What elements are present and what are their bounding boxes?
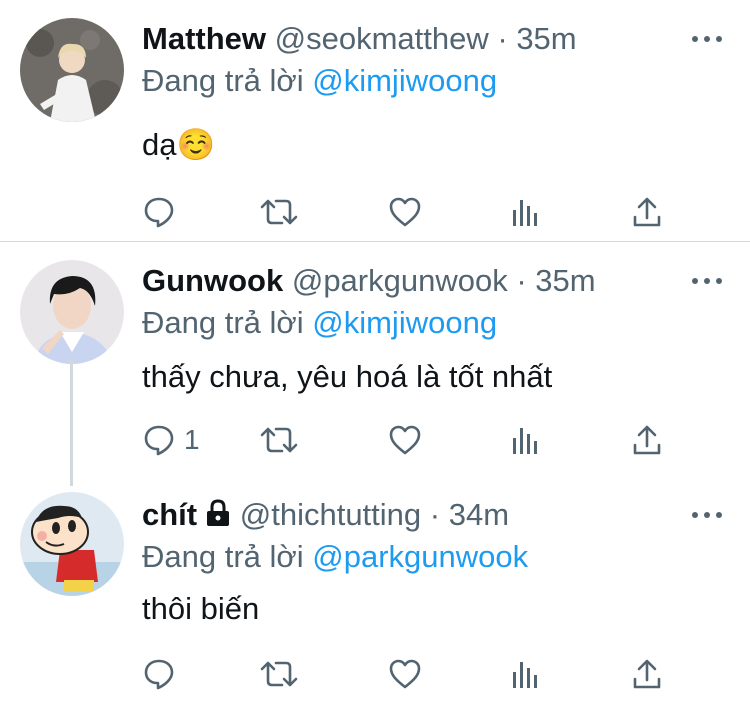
share-button[interactable] — [632, 420, 662, 460]
tweet-header: chít @thichtutting · 34m — [142, 496, 509, 536]
separator-dot: · — [497, 21, 508, 56]
reply-button[interactable]: 1 — [142, 420, 200, 460]
more-icon[interactable] — [692, 496, 722, 534]
share-button[interactable] — [632, 654, 662, 694]
timestamp[interactable]: 34m — [449, 497, 509, 532]
timestamp[interactable]: 35m — [516, 21, 576, 56]
separator-dot: · — [516, 263, 527, 298]
reply-button[interactable] — [142, 654, 184, 694]
timestamp[interactable]: 35m — [535, 263, 595, 298]
reply-icon — [142, 423, 176, 457]
retweet-icon — [260, 657, 298, 691]
lock-icon — [205, 498, 231, 536]
analytics-icon — [510, 424, 540, 456]
reply-button[interactable] — [142, 192, 184, 232]
reply-count: 1 — [184, 424, 200, 455]
tweet-actions — [142, 654, 682, 694]
replying-to: Đang trả lời @kimjiwoong — [142, 304, 497, 342]
thread-connector-line — [70, 360, 73, 486]
analytics-icon — [510, 196, 540, 228]
heart-button[interactable] — [388, 654, 422, 694]
analytics-button[interactable] — [510, 654, 540, 694]
tweet-actions — [142, 192, 682, 232]
replying-prefix: Đang trả lời — [142, 305, 304, 340]
share-button[interactable] — [632, 192, 662, 232]
share-icon — [632, 423, 662, 457]
analytics-icon — [510, 658, 540, 690]
tweet-matthew[interactable]: Matthew @seokmatthew · 35m Đang trả lời … — [0, 0, 750, 241]
retweet-button[interactable] — [260, 654, 298, 694]
heart-button[interactable] — [388, 192, 422, 232]
more-icon[interactable] — [692, 262, 722, 300]
more-icon[interactable] — [692, 20, 722, 58]
tweet-gunwook[interactable]: Gunwook @parkgunwook · 35m Đang trả lời … — [0, 242, 750, 482]
tweet-actions: 1 — [142, 420, 682, 460]
analytics-button[interactable] — [510, 192, 540, 232]
reply-icon — [142, 195, 176, 229]
retweet-icon — [260, 195, 298, 229]
avatar[interactable] — [20, 260, 124, 364]
avatar[interactable] — [20, 18, 124, 122]
retweet-icon — [260, 423, 298, 457]
replying-to: Đang trả lời @kimjiwoong — [142, 62, 497, 100]
separator-dot: · — [429, 497, 441, 532]
user-handle[interactable]: @seokmatthew — [275, 21, 489, 56]
retweet-button[interactable] — [260, 192, 298, 232]
user-handle[interactable]: @parkgunwook — [292, 263, 508, 298]
tweet-header: Gunwook @parkgunwook · 35m — [142, 262, 596, 300]
replying-prefix: Đang trả lời — [142, 63, 304, 98]
mention-link[interactable]: @kimjiwoong — [312, 63, 497, 98]
user-handle[interactable]: @thichtutting — [240, 497, 421, 532]
analytics-button[interactable] — [510, 420, 540, 460]
heart-icon — [388, 658, 422, 690]
display-name[interactable]: Gunwook — [142, 263, 283, 298]
heart-icon — [388, 196, 422, 228]
tweet-chit[interactable]: chít @thichtutting · 34m Đang trả lời @p… — [0, 476, 750, 702]
avatar[interactable] — [20, 492, 124, 596]
mention-link[interactable]: @kimjiwoong — [312, 305, 497, 340]
display-name[interactable]: chít — [142, 497, 197, 532]
heart-button[interactable] — [388, 420, 422, 460]
retweet-button[interactable] — [260, 420, 298, 460]
heart-icon — [388, 424, 422, 456]
tweet-text: thôi biến — [142, 591, 260, 626]
tweet-header: Matthew @seokmatthew · 35m — [142, 20, 577, 58]
mention-link[interactable]: @parkgunwook — [312, 539, 528, 574]
share-icon — [632, 657, 662, 691]
reply-icon — [142, 657, 176, 691]
replying-prefix: Đang trả lời — [142, 539, 304, 574]
tweet-text: dạ☺️ — [142, 127, 216, 162]
replying-to: Đang trả lời @parkgunwook — [142, 538, 528, 576]
display-name[interactable]: Matthew — [142, 21, 266, 56]
share-icon — [632, 195, 662, 229]
tweet-text: thấy chưa, yêu hoá là tốt nhất — [142, 359, 553, 394]
